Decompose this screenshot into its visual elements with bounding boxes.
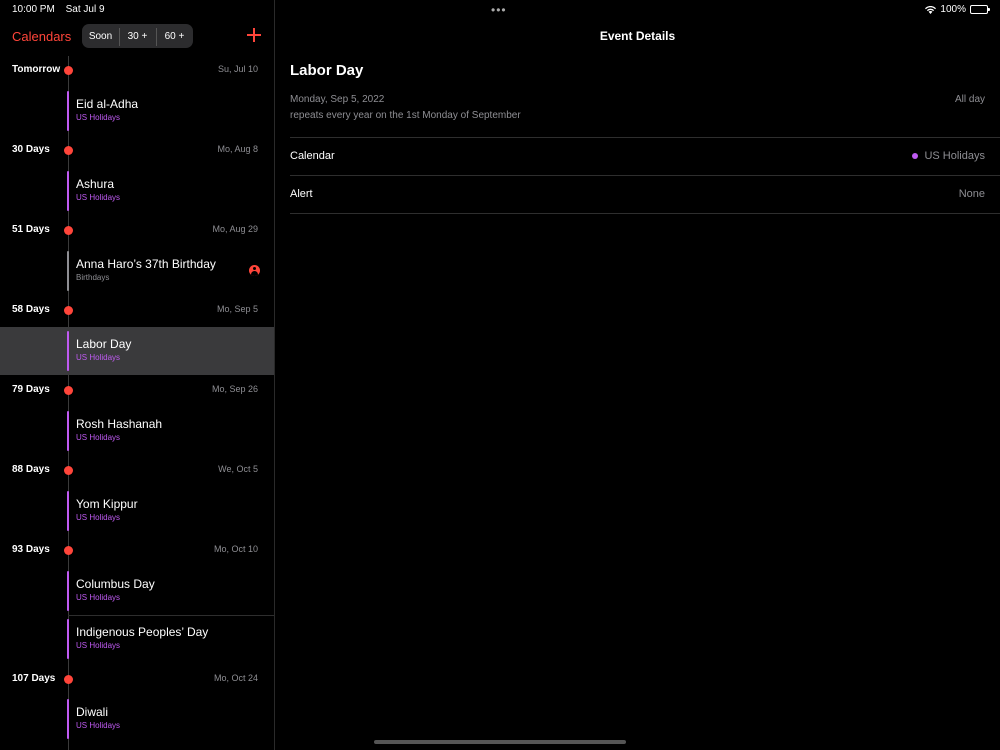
contact-person-icon[interactable] xyxy=(249,265,260,276)
home-indicator[interactable] xyxy=(374,740,626,744)
event-date: Mo, Sep 26 xyxy=(211,384,258,394)
range-segmented-control: Soon 30 + 60 + xyxy=(82,24,193,48)
event-row[interactable]: Yom Kippur US Holidays xyxy=(0,487,274,535)
event-calendar: Birthdays xyxy=(76,273,110,282)
event-date: Su, Jul 10 xyxy=(217,64,258,74)
event-row[interactable]: Rosh Hashanah US Holidays xyxy=(0,407,274,455)
timeline-dot-icon xyxy=(64,546,73,555)
calendar-color-bar xyxy=(67,619,69,659)
calendar-color-bar xyxy=(67,91,69,131)
segment-soon[interactable]: Soon xyxy=(82,31,119,42)
calendar-color-bar xyxy=(67,251,69,291)
timeline-dot-icon xyxy=(64,306,73,315)
add-event-button[interactable] xyxy=(244,25,264,45)
date-header: 58 Days Mo, Sep 5 xyxy=(0,299,274,323)
calendar-field-row[interactable]: Calendar US Holidays xyxy=(290,138,985,176)
timeline-dot-icon xyxy=(64,675,73,684)
event-title: Yom Kippur xyxy=(76,497,138,511)
event-row[interactable]: Eid al-Adha US Holidays xyxy=(0,87,274,135)
alert-value: None xyxy=(958,188,985,200)
event-calendar: US Holidays xyxy=(76,433,121,442)
event-calendar: US Holidays xyxy=(76,353,121,362)
event-calendar: US Holidays xyxy=(76,593,121,602)
alert-field-row[interactable]: Alert None xyxy=(290,176,985,214)
calendar-label: Calendar xyxy=(290,150,335,162)
calendar-color-bar xyxy=(67,171,69,211)
event-detail-pane: Event Details Labor Day Monday, Sep 5, 2… xyxy=(275,0,1000,750)
calendars-button[interactable]: Calendars xyxy=(12,29,71,44)
event-row[interactable]: Anna Haro’s 37th Birthday Birthdays xyxy=(0,247,274,295)
event-date: Mo, Sep 5 xyxy=(216,304,258,314)
timeline-dot-icon xyxy=(64,226,73,235)
event-row-selected[interactable]: Labor Day US Holidays xyxy=(0,327,274,375)
event-title: Anna Haro’s 37th Birthday xyxy=(76,257,216,271)
timeline-dot-icon xyxy=(64,146,73,155)
relative-days: 79 Days xyxy=(12,384,50,395)
date-header: Tomorrow Su, Jul 10 xyxy=(0,59,274,83)
calendar-color-bar xyxy=(67,699,69,739)
calendar-color-bar xyxy=(67,571,69,611)
date-header: 107 Days Mo, Oct 24 xyxy=(0,668,274,692)
sidebar: Calendars Soon 30 + 60 + Tomorrow Su, Ju… xyxy=(0,0,275,750)
event-date: Mo, Aug 8 xyxy=(217,144,258,154)
segment-30[interactable]: 30 + xyxy=(119,27,156,46)
calendar-color-bar xyxy=(67,411,69,451)
event-row[interactable]: Columbus Day US Holidays xyxy=(0,567,274,615)
event-all-day: All day xyxy=(954,94,985,105)
calendar-color-dot-icon xyxy=(912,153,919,159)
timeline-dot-icon xyxy=(64,66,73,75)
event-detail-date: Monday, Sep 5, 2022 xyxy=(290,94,385,105)
event-row[interactable]: Indigenous Peoples’ Day US Holidays xyxy=(0,615,274,663)
event-calendar: US Holidays xyxy=(76,193,121,202)
event-title: Labor Day xyxy=(76,337,132,351)
calendar-value: US Holidays xyxy=(912,150,985,162)
calendar-name: US Holidays xyxy=(924,150,985,162)
event-title: Ashura xyxy=(76,177,115,191)
event-date: Mo, Oct 10 xyxy=(213,544,258,554)
event-repeat-rule: repeats every year on the 1st Monday of … xyxy=(290,110,521,121)
event-title: Columbus Day xyxy=(76,577,155,591)
date-header: 88 Days We, Oct 5 xyxy=(0,459,274,483)
date-header: 93 Days Mo, Oct 10 xyxy=(0,539,274,563)
event-calendar: US Holidays xyxy=(76,721,121,730)
event-title: Eid al-Adha xyxy=(76,97,139,111)
calendar-color-bar xyxy=(67,491,69,531)
timeline-dot-icon xyxy=(64,386,73,395)
relative-days: 51 Days xyxy=(12,224,50,235)
divider xyxy=(290,213,1000,214)
event-date: Mo, Aug 29 xyxy=(212,224,258,234)
relative-days: 107 Days xyxy=(12,673,56,684)
date-header: 79 Days Mo, Sep 26 xyxy=(0,379,274,403)
event-title: Indigenous Peoples’ Day xyxy=(76,625,209,639)
event-date: Mo, Oct 24 xyxy=(213,673,258,683)
relative-days: 30 Days xyxy=(12,144,50,155)
relative-days: 88 Days xyxy=(12,464,50,475)
nav-title: Event Details xyxy=(599,29,676,43)
date-header: 30 Days Mo, Aug 8 xyxy=(0,139,274,163)
event-title: Diwali xyxy=(76,705,109,719)
relative-days: 58 Days xyxy=(12,304,50,315)
alert-label: Alert xyxy=(290,188,313,200)
date-header: 51 Days Mo, Aug 29 xyxy=(0,219,274,243)
timeline-dot-icon xyxy=(64,466,73,475)
event-calendar: US Holidays xyxy=(76,641,121,650)
segment-60[interactable]: 60 + xyxy=(156,27,193,46)
event-calendar: US Holidays xyxy=(76,513,121,522)
calendar-color-bar xyxy=(67,331,69,371)
event-row[interactable]: Diwali US Holidays xyxy=(0,695,274,743)
relative-days: 93 Days xyxy=(12,544,50,555)
relative-days: Tomorrow xyxy=(12,64,61,75)
event-calendar: US Holidays xyxy=(76,113,121,122)
event-date: We, Oct 5 xyxy=(218,464,258,474)
event-detail-title: Labor Day xyxy=(290,62,364,79)
event-row[interactable]: Ashura US Holidays xyxy=(0,167,274,215)
event-title: Rosh Hashanah xyxy=(76,417,163,431)
